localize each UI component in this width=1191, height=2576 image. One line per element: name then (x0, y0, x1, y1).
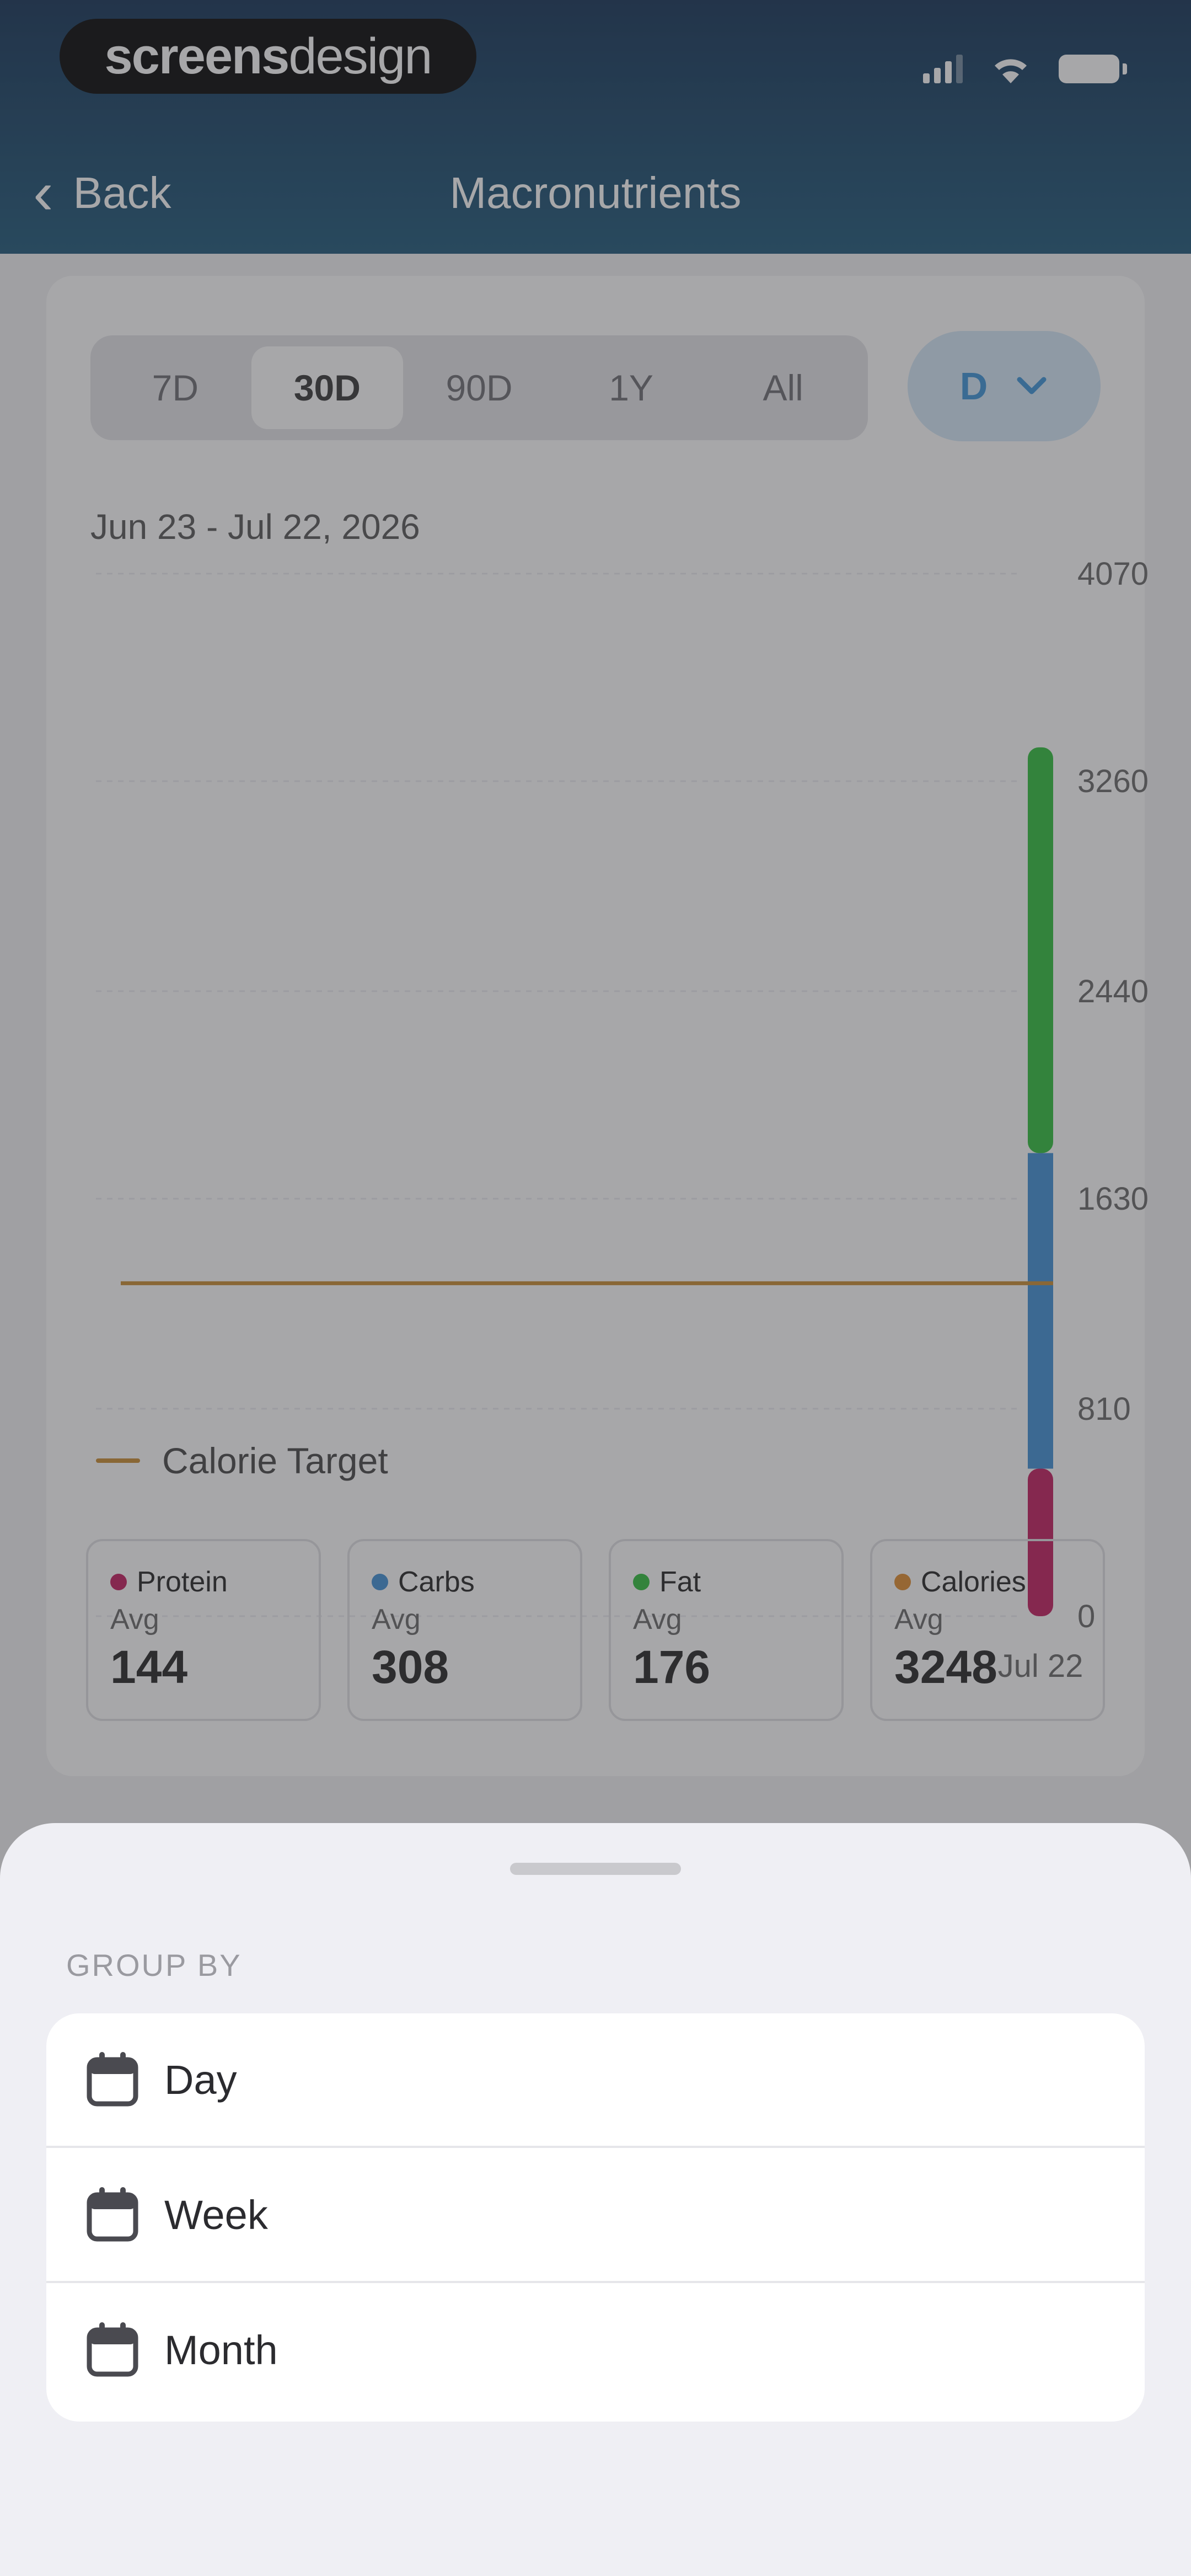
section-label: GROUP BY (66, 1948, 242, 1982)
group-by-option-day[interactable]: Day (46, 2013, 1145, 2146)
option-label: Month (164, 2327, 278, 2373)
option-label: Week (164, 2192, 268, 2238)
option-divider (46, 2281, 1145, 2283)
group-by-option-week[interactable]: Week (46, 2149, 1145, 2281)
group-by-sheet: GROUP BY Day Week Month (0, 1823, 1191, 2576)
group-by-options: Day Week Month (46, 2013, 1145, 2422)
calendar-icon (87, 2187, 138, 2242)
sheet-grabber[interactable] (510, 1863, 681, 1875)
group-by-option-month[interactable]: Month (46, 2284, 1145, 2416)
option-label: Day (164, 2056, 237, 2103)
option-divider (46, 2146, 1145, 2148)
calendar-icon (87, 2052, 138, 2107)
calendar-icon (87, 2322, 138, 2377)
